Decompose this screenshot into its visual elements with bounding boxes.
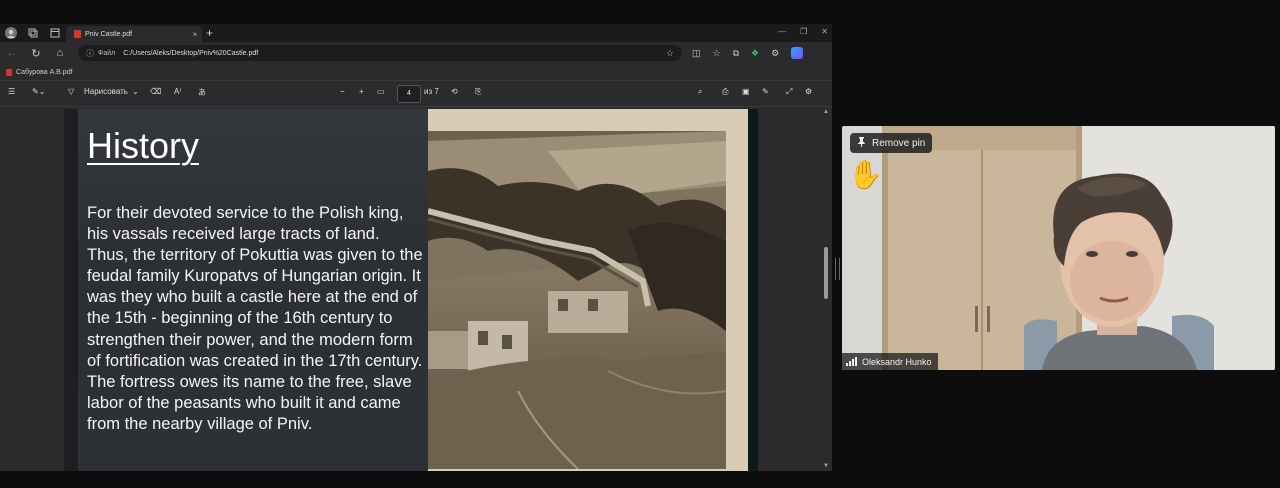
raised-hand-icon: ✋ (848, 159, 883, 190)
close-window-icon[interactable]: ✕ (821, 27, 828, 36)
zoom-in-button[interactable]: + (359, 87, 364, 96)
remove-pin-label: Remove pin (872, 137, 926, 149)
participant-name: Oleksandr Hunko (862, 356, 932, 367)
collections-icon[interactable]: ⧉ (733, 48, 739, 59)
slide-title: History (87, 125, 200, 166)
slide-body: For their devoted service to the Polish … (87, 204, 423, 433)
zoom-out-button[interactable]: − (340, 87, 345, 96)
new-tab-button[interactable]: + (206, 26, 213, 40)
toolbar-actions: ◫ ☆ ⧉ ❖ ⚙ (692, 47, 804, 59)
save-icon[interactable]: ▣ (742, 87, 750, 96)
home-icon[interactable]: ⌂ (48, 47, 72, 59)
page-total: из 7 (424, 87, 439, 96)
tab-actions-icon[interactable] (44, 24, 66, 42)
title-bar: Pniv Castle.pdf × + — ❐ ✕ (0, 24, 832, 42)
pdf-viewer[interactable]: History For their devoted service to the… (0, 107, 832, 471)
url-text[interactable]: C:/Users/Aleks/Desktop/Pniv%20Castle.pdf (123, 50, 666, 57)
print-icon[interactable]: ⎙ (722, 87, 728, 97)
tab-pdf[interactable]: Pniv Castle.pdf × (66, 26, 202, 42)
address-bar[interactable]: ⓘ Файл C:/Users/Aleks/Desktop/Pniv%20Cas… (78, 45, 682, 61)
favorites-bar: Сабурова А.В.pdf (0, 64, 832, 81)
pin-icon (857, 136, 866, 150)
draw-icon[interactable]: ▽ (68, 87, 74, 96)
translate-icon[interactable]: あ (198, 87, 206, 98)
scroll-up-icon[interactable]: ▲ (822, 109, 830, 115)
back-icon[interactable]: ← (0, 47, 24, 59)
browser-window: Pniv Castle.pdf × + — ❐ ✕ ← ↻ ⌂ ⓘ Файл C… (0, 24, 832, 471)
url-scheme: Файл (98, 49, 116, 57)
navigation-bar: ← ↻ ⌂ ⓘ Файл C:/Users/Aleks/Desktop/Pniv… (0, 42, 832, 64)
draw-button[interactable]: Нарисовать (84, 87, 128, 96)
pdf-file-icon (6, 68, 12, 76)
fullscreen-icon[interactable]: ⤢ (786, 87, 792, 97)
minimize-icon[interactable]: — (778, 27, 786, 36)
refresh-icon[interactable]: ↻ (24, 47, 48, 60)
chevron-down-icon[interactable]: ⌄ (132, 87, 139, 96)
search-icon[interactable]: ⌕ (698, 87, 702, 97)
signal-strength-icon (846, 357, 857, 366)
pdf-page: History For their devoted service to the… (64, 109, 758, 471)
copilot-icon[interactable] (791, 47, 804, 59)
info-icon[interactable]: ⓘ (86, 48, 94, 59)
eraser-icon[interactable]: ⌫ (150, 87, 161, 96)
settings-icon[interactable]: ⚙ (805, 87, 812, 96)
remove-pin-button[interactable]: Remove pin (850, 133, 933, 153)
read-aloud-icon[interactable]: A⁾ (174, 87, 181, 96)
pdf-toolbar: ☰ ✎⌄ ▽ Нарисовать ⌄ ⌫ A⁾ あ − + ▭ 4 из 7 … (0, 81, 832, 107)
save-as-icon[interactable]: ✎ (762, 87, 769, 96)
page-edge (64, 109, 78, 471)
workspaces-icon[interactable] (22, 24, 44, 42)
page-view-icon[interactable]: ⎘ (475, 87, 481, 97)
highlight-icon[interactable]: ✎⌄ (32, 87, 45, 96)
castle-aerial-image (428, 131, 726, 469)
page-number-input[interactable]: 4 (397, 85, 421, 103)
split-resize-handle[interactable] (835, 258, 840, 280)
participant-video[interactable]: Remove pin ✋ Oleksandr Hunko (842, 126, 1275, 370)
favorite-star-icon[interactable]: ☆ (666, 48, 674, 59)
extension-icon[interactable]: ❖ (751, 48, 759, 59)
tab-title: Pniv Castle.pdf (85, 30, 133, 38)
window-controls: — ❐ ✕ (778, 27, 828, 36)
favorites-icon[interactable]: ☆ (713, 48, 721, 59)
page-dark-edge (748, 109, 758, 471)
scroll-down-icon[interactable]: ▼ (822, 463, 830, 469)
extensions-icon[interactable]: ⚙ (771, 48, 779, 59)
fit-page-icon[interactable]: ▭ (377, 87, 385, 96)
restore-icon[interactable]: ❐ (800, 27, 807, 36)
webcam-feed (842, 126, 1275, 370)
split-screen-icon[interactable]: ◫ (692, 48, 701, 59)
rotate-icon[interactable]: ⟲ (451, 87, 458, 96)
scroll-thumb[interactable] (824, 247, 828, 299)
close-tab-icon[interactable]: × (188, 30, 202, 39)
vertical-scrollbar[interactable]: ▲ ▼ (822, 107, 830, 471)
profile-icon[interactable] (0, 24, 22, 42)
pdf-file-icon (74, 30, 81, 38)
contents-icon[interactable]: ☰ (8, 87, 15, 96)
participant-name-tag: Oleksandr Hunko (842, 353, 938, 370)
favorite-item[interactable]: Сабурова А.В.pdf (16, 69, 73, 76)
castle-photo (428, 109, 748, 471)
